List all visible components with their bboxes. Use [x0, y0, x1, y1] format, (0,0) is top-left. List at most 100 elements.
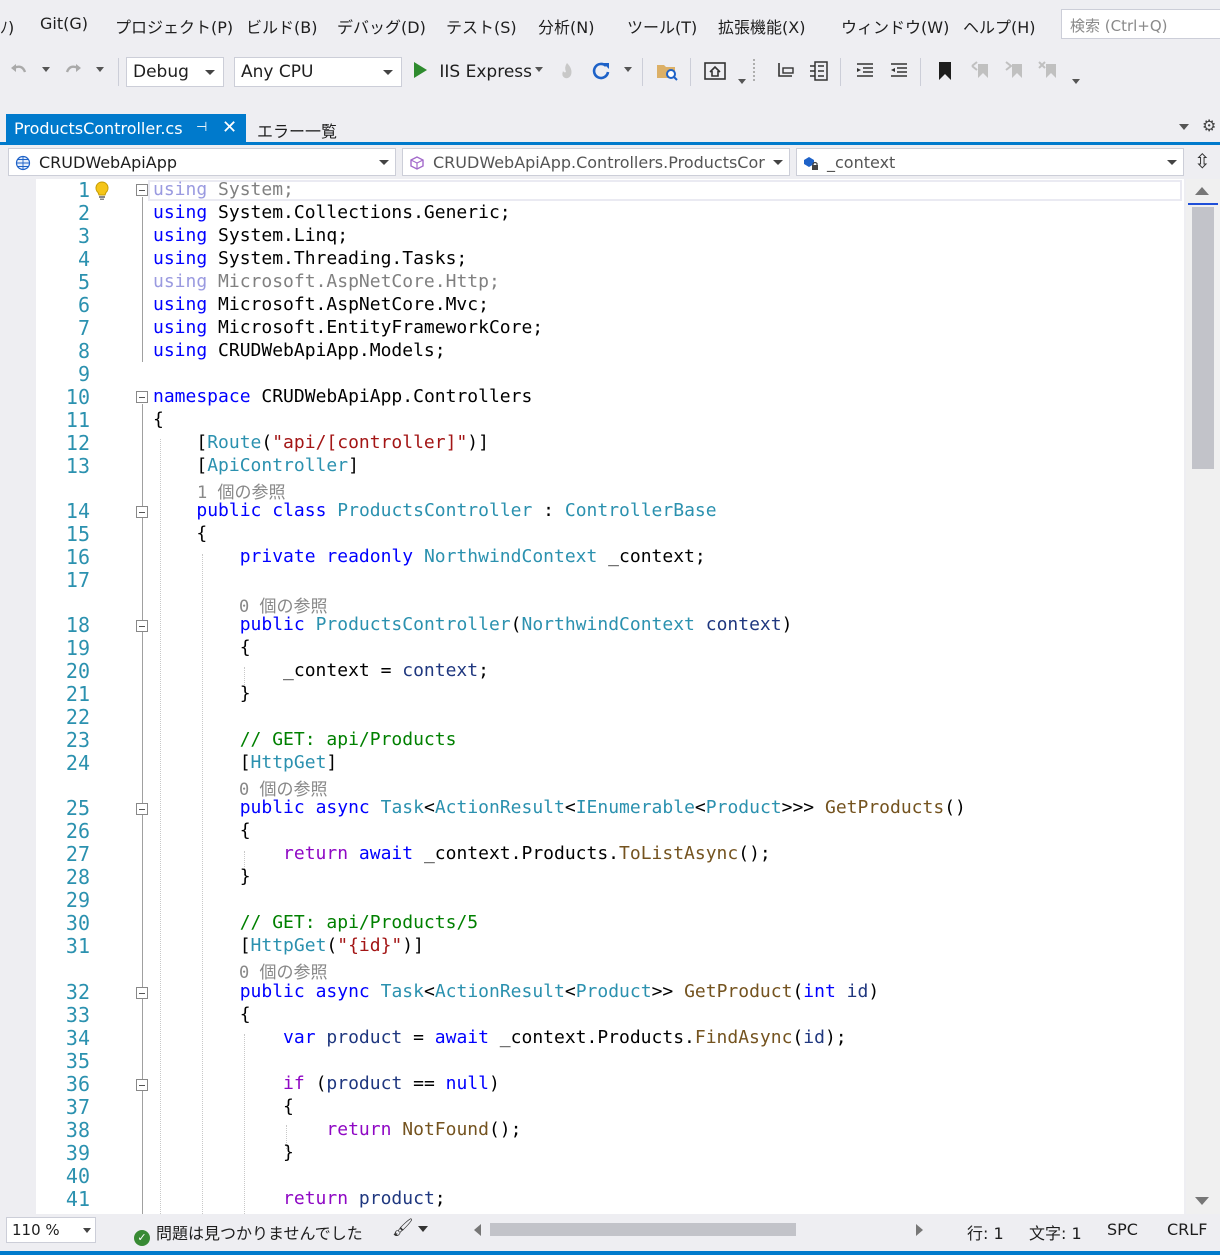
zoom-select[interactable]: 110 % — [6, 1217, 96, 1243]
refresh-dropdown-icon[interactable] — [624, 67, 632, 72]
code-line: return await _context.Products.ToListAsy… — [283, 843, 771, 864]
outdent-icon[interactable] — [852, 58, 878, 84]
collapse-icon[interactable] — [136, 803, 148, 815]
menu-item-test[interactable]: テスト(S) — [446, 14, 517, 38]
tab-list-dropdown-icon[interactable] — [1179, 124, 1189, 130]
redo-icon[interactable] — [60, 58, 86, 84]
scroll-left-icon[interactable] — [474, 1224, 481, 1236]
scroll-up-icon[interactable] — [1195, 187, 1209, 195]
menu-item-project[interactable]: プロジェクト(P) — [115, 14, 233, 38]
menu-item-window[interactable]: ウィンドウ(W) — [841, 14, 949, 38]
menu-item-git[interactable]: Git(G) — [40, 14, 88, 33]
indent-icon[interactable] — [886, 58, 912, 84]
line-number: 41 — [65, 1187, 90, 1211]
tab-products-controller[interactable]: ProductsController.cs ⊣ ✕ — [6, 114, 246, 144]
cleanup-dropdown-icon[interactable] — [418, 1226, 428, 1232]
platform-select[interactable]: Any CPU — [234, 57, 402, 87]
pin-icon[interactable]: ⊣ — [196, 120, 207, 135]
scroll-thumb[interactable] — [1192, 207, 1214, 469]
more-dropdown-icon[interactable] — [738, 79, 746, 84]
whitespace-indicator[interactable]: SPC — [1107, 1220, 1138, 1239]
char-indicator[interactable]: 文字: 1 — [1029, 1220, 1082, 1244]
menu-item-help[interactable]: ヘルプ(H) — [963, 14, 1036, 38]
code-line: } — [153, 683, 251, 704]
collapse-icon[interactable] — [136, 506, 148, 518]
line-ending-indicator[interactable]: CRLF — [1167, 1220, 1207, 1239]
line-number: 33 — [65, 1003, 90, 1027]
code-line: { — [153, 409, 164, 430]
step-into-icon[interactable] — [772, 58, 798, 84]
line-number: 13 — [65, 454, 90, 478]
menu-item-build[interactable]: ビルド(B) — [246, 14, 317, 38]
menu-item-tools[interactable]: ツール(T) — [627, 14, 697, 38]
scroll-thumb[interactable] — [490, 1223, 796, 1236]
hot-reload-icon[interactable] — [554, 58, 580, 84]
refresh-icon[interactable] — [588, 58, 614, 84]
private-field-icon — [804, 157, 818, 170]
undo-dropdown-icon[interactable] — [42, 67, 50, 72]
search-input[interactable]: 検索 (Ctrl+Q) — [1061, 9, 1220, 39]
collapse-icon[interactable] — [136, 184, 148, 196]
split-window-icon[interactable]: ⇳ — [1194, 149, 1211, 173]
code-line: { — [153, 1096, 294, 1117]
issues-indicator[interactable]: ✓ 問題は見つかりませんでした — [134, 1220, 363, 1246]
run-button[interactable]: IIS Express — [412, 61, 532, 83]
home-window-icon[interactable] — [702, 58, 728, 84]
code-line: public async Task<ActionResult<IEnumerab… — [239, 797, 966, 818]
previous-bookmark-icon[interactable] — [968, 58, 994, 84]
menu-item-debug[interactable]: デバッグ(D) — [337, 14, 426, 38]
run-target-label: IIS Express — [439, 62, 533, 82]
menu-item-view[interactable]: ﾉ) — [0, 14, 14, 38]
overflow-dropdown-icon[interactable] — [1072, 79, 1080, 84]
issues-text: 問題は見つかりませんでした — [156, 1224, 363, 1243]
line-number: 10 — [65, 385, 90, 409]
close-icon[interactable]: ✕ — [222, 117, 237, 138]
type-name: CRUDWebApiApp.Controllers.ProductsCor — [433, 153, 765, 172]
menu-item-extensions[interactable]: 拡張機能(X) — [718, 14, 805, 38]
code-line: { — [153, 1004, 251, 1025]
globe-project-icon — [15, 155, 31, 171]
line-indicator[interactable]: 行: 1 — [967, 1220, 1004, 1244]
code-line: } — [153, 1142, 294, 1163]
run-dropdown-icon[interactable] — [535, 67, 543, 72]
line-number: 28 — [65, 865, 90, 889]
line-number: 40 — [65, 1164, 90, 1188]
type-select[interactable]: CRUDWebApiApp.Controllers.ProductsCor — [402, 148, 790, 176]
bookmark-icon[interactable] — [932, 58, 958, 84]
menu-item-analyze[interactable]: 分析(N) — [538, 14, 594, 38]
configuration-value: Debug — [133, 62, 189, 82]
lightbulb-icon[interactable] — [94, 181, 110, 205]
tab-error-list[interactable]: エラー一覧 — [257, 118, 337, 142]
line-number: 37 — [65, 1095, 90, 1119]
scroll-right-icon[interactable] — [916, 1224, 923, 1236]
line-number: 21 — [65, 682, 90, 706]
collapse-icon[interactable] — [136, 1079, 148, 1091]
document-tab-strip: ProductsController.cs ⊣ ✕ エラー一覧 ⚙ — [0, 102, 1220, 146]
structure-icon[interactable] — [806, 58, 832, 84]
gear-icon[interactable]: ⚙ — [1202, 116, 1216, 135]
collapse-icon[interactable] — [136, 987, 148, 999]
configuration-select[interactable]: Debug — [126, 57, 224, 87]
member-select[interactable]: _context — [796, 148, 1184, 176]
code-cleanup-icon[interactable]: 🖌 — [392, 1218, 414, 1238]
code-line: [HttpGet("{id}")] — [153, 935, 424, 956]
clear-bookmarks-icon[interactable] — [1036, 58, 1062, 84]
toolbar-separator — [118, 58, 119, 86]
redo-dropdown-icon[interactable] — [96, 67, 104, 72]
scroll-down-icon[interactable] — [1195, 1197, 1209, 1205]
folder-search-icon[interactable] — [654, 58, 680, 84]
vertical-scrollbar[interactable] — [1186, 179, 1220, 1214]
toolbar-separator — [690, 58, 691, 86]
undo-icon[interactable] — [6, 58, 32, 84]
line-number: 38 — [65, 1118, 90, 1142]
project-select[interactable]: CRUDWebApiApp — [8, 148, 396, 176]
horizontal-scrollbar[interactable] — [472, 1220, 928, 1238]
code-editor[interactable]: 1 2 3 4 5 6 7 8 9 10 11 12 13 14 15 16 17 18 19 20 21 22 23 24 2… — [8, 179, 1184, 1214]
next-bookmark-icon[interactable] — [1002, 58, 1028, 84]
code-line: using System; — [153, 179, 294, 200]
collapse-icon[interactable] — [136, 620, 148, 632]
reference-count-lens[interactable]: 0 個の参照 — [239, 958, 327, 983]
line-number: 19 — [65, 636, 90, 660]
collapse-icon[interactable] — [136, 391, 148, 403]
toolbar-separator — [642, 58, 643, 86]
